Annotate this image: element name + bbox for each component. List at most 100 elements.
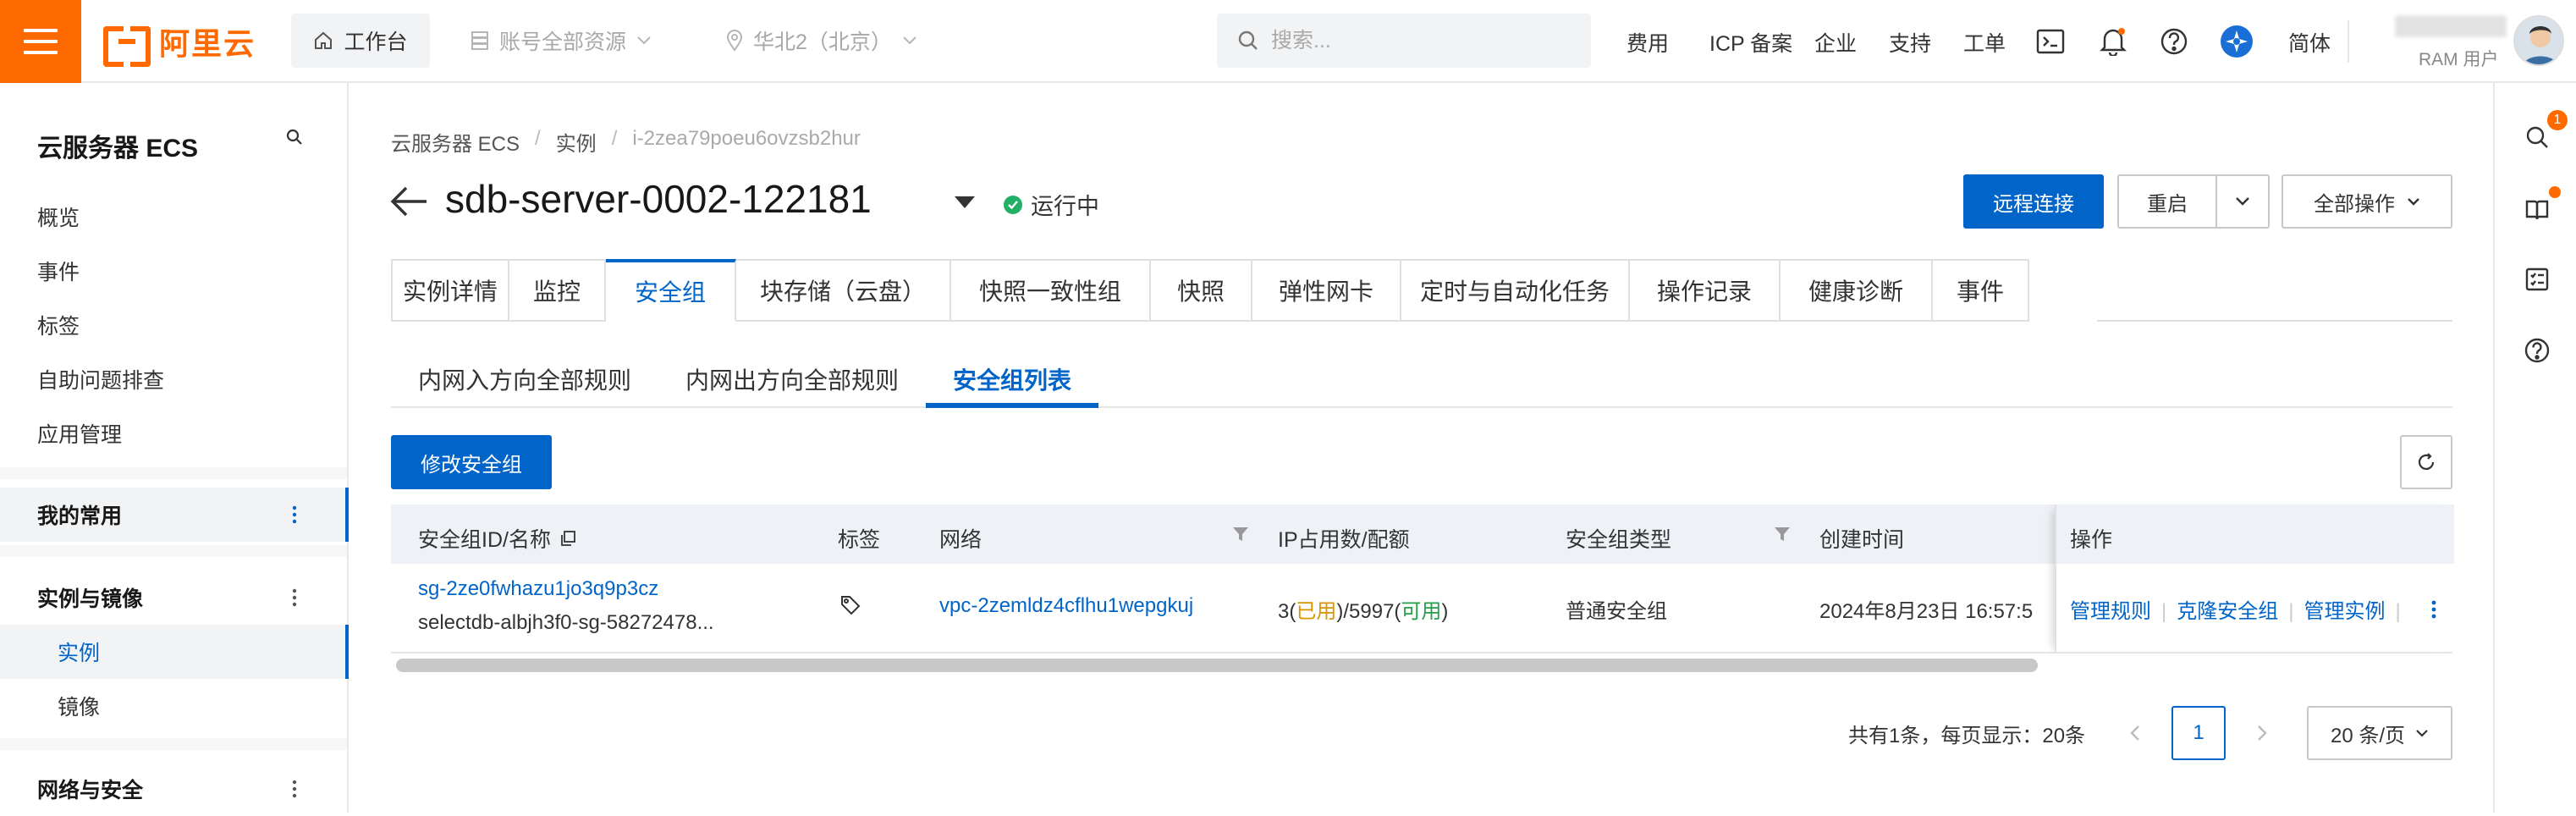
copy-icon[interactable] [559,530,576,547]
sidebar-group-instances-images[interactable]: 实例与镜像 [0,571,347,625]
resource-scope-select[interactable]: 账号全部资源 [471,14,652,68]
nav-support[interactable]: 支持 [1889,25,1931,59]
sidebar-item-app-management[interactable]: 应用管理 [37,418,122,449]
language-switch[interactable]: 简体 [2288,25,2331,59]
more-vertical-icon[interactable] [2430,598,2437,621]
sg-id-link[interactable]: sg-2ze0fwhazu1jo3q9p3cz [418,577,658,601]
workbench-button[interactable]: 工作台 [291,14,430,68]
sidebar-group-network-security[interactable]: 网络与安全 [0,762,347,816]
filter-icon[interactable] [1232,527,1249,542]
avatar[interactable] [2513,15,2564,66]
sidebar-group-favorites[interactable]: 我的常用 [0,488,349,542]
page-size-value: 20 条/页 [2330,724,2406,747]
menu-icon[interactable] [0,0,81,83]
col-header-label: 安全组ID/名称 [418,528,551,552]
tab-enis[interactable]: 弹性网卡 [1252,259,1401,322]
tab-monitoring[interactable]: 监控 [509,259,606,322]
aliyun-logo[interactable]: 阿里云 [103,22,256,67]
tab-events[interactable]: 事件 [1933,259,2029,322]
terminal-icon[interactable] [2033,24,2068,59]
sidebar-item-events[interactable]: 事件 [37,256,80,286]
restart-dropdown-button[interactable] [2215,174,2270,229]
sg-name: selectdb-albjh3f0-sg-58272478... [418,611,714,634]
subtab-inbound-rules[interactable]: 内网入方向全部规则 [418,362,631,396]
more-vertical-icon[interactable] [291,586,298,609]
restart-button[interactable]: 重启 [2117,174,2217,229]
chevron-left-icon [2130,725,2139,741]
book-icon[interactable] [2520,193,2554,227]
topbar-divider [2348,20,2349,63]
next-page-button[interactable] [2249,706,2275,760]
sidebar-item-images[interactable]: 镜像 [0,679,347,733]
bell-icon[interactable] [2095,24,2131,59]
search-icon[interactable] [286,129,303,150]
back-arrow-icon[interactable] [389,185,428,223]
help-circle-icon[interactable] [2156,24,2192,59]
tab-snapshots[interactable]: 快照 [1151,259,1252,322]
home-icon [315,31,333,49]
more-vertical-icon[interactable] [291,503,298,527]
manage-instances-link[interactable]: 管理实例 [2304,600,2385,623]
sidebar-item-troubleshoot[interactable]: 自助问题排查 [37,364,164,394]
col-header-ops: 操作 [2070,528,2113,552]
prev-page-button[interactable] [2122,706,2148,760]
link-separator: | [2395,600,2401,623]
assistant-icon[interactable] [2219,24,2254,59]
remote-connect-button[interactable]: 远程连接 [1963,174,2104,229]
instance-switch-caret[interactable] [955,196,975,208]
sidebar-group-label: 我的常用 [37,504,123,528]
help-circle-icon[interactable] [2520,334,2554,367]
breadcrumb-instances[interactable]: 实例 [556,127,597,157]
modify-security-group-button[interactable]: 修改安全组 [391,435,552,489]
chevron-right-icon [2258,725,2267,741]
tab-operation-logs[interactable]: 操作记录 [1630,259,1781,322]
more-vertical-icon[interactable] [291,777,298,801]
link-separator: | [2161,600,2167,623]
subtab-security-group-list[interactable]: 安全组列表 [953,362,1071,396]
ip-used-count: 3 [1278,600,1290,623]
operations-header-bg [2056,504,2454,564]
status-badge: 运行中 [1004,188,1099,221]
vpc-link[interactable]: vpc-2zemldz4cflhu1wepgkuj [939,594,1193,618]
subtab-outbound-rules[interactable]: 内网出方向全部规则 [685,362,899,396]
tab-scheduled-tasks[interactable]: 定时与自动化任务 [1401,259,1630,322]
horizontal-scrollbar[interactable] [396,659,2038,672]
page-title: sdb-server-0002-122181 [445,177,872,221]
nav-billing[interactable]: 费用 [1627,25,1669,59]
region-label: 华北2（北京） [753,30,892,54]
refresh-button[interactable] [2400,435,2452,489]
resource-scope-label: 账号全部资源 [499,30,627,54]
created-time: 2024年8月23日 16:57:5 [1819,600,2034,623]
search-input[interactable] [1271,28,1576,53]
sidebar-item-tags[interactable]: 标签 [37,310,80,340]
tab-health-diagnosis[interactable]: 健康诊断 [1781,259,1933,322]
tag-icon[interactable] [839,594,861,616]
filter-icon[interactable] [1774,527,1791,542]
sidebar-separator [0,738,347,750]
security-group-table: 安全组ID/名称 标签 网络 IP占用数/配额 安全组类型 创建时间 sg-2z… [391,504,2454,653]
ip-available-label: 可用 [1401,600,1442,623]
all-actions-label: 全部操作 [2314,192,2395,216]
tab-security-groups[interactable]: 安全组 [606,259,736,322]
manage-rules-link[interactable]: 管理规则 [2070,600,2151,623]
breadcrumb-ecs[interactable]: 云服务器 ECS [391,127,520,157]
clone-sg-link[interactable]: 克隆安全组 [2177,600,2278,623]
tab-block-storage[interactable]: 块存储（云盘） [736,259,951,322]
region-select[interactable]: 华北2（北京） [726,14,917,68]
all-actions-button[interactable]: 全部操作 [2282,174,2452,229]
chevron-down-icon [637,36,651,45]
tabs-baseline [2097,320,2452,322]
tab-instance-details[interactable]: 实例详情 [391,259,509,322]
nav-icp[interactable]: ICP 备案 [1709,25,1792,59]
sidebar-group-label: 网络与安全 [37,779,144,802]
page-size-select[interactable]: 20 条/页 [2307,706,2452,760]
tab-snapshot-consistency-groups[interactable]: 快照一致性组 [951,259,1151,322]
page-number-current[interactable]: 1 [2171,706,2226,760]
sidebar-item-overview[interactable]: 概览 [37,201,80,232]
col-header-created: 创建时间 [1819,528,1905,552]
global-search[interactable] [1217,14,1591,68]
sidebar-item-instances[interactable]: 实例 [0,625,349,679]
nav-tickets[interactable]: 工单 [1963,25,2006,59]
nav-enterprise[interactable]: 企业 [1814,25,1857,59]
checklist-icon[interactable] [2520,262,2554,296]
